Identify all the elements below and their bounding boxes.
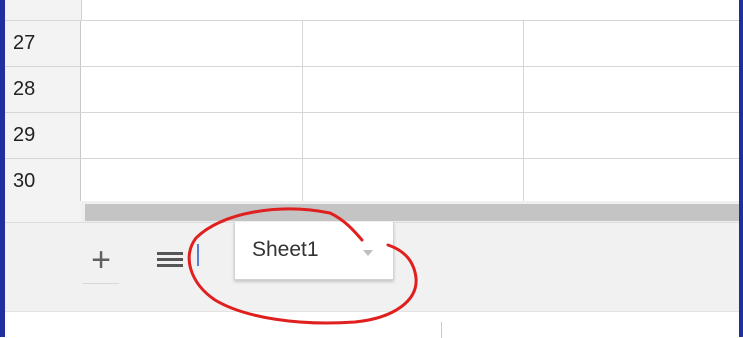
- dropdown-arrow-icon[interactable]: [363, 250, 373, 256]
- cell[interactable]: [81, 113, 303, 158]
- row-header[interactable]: 28: [5, 67, 81, 112]
- list-icon[interactable]: [157, 249, 183, 271]
- cell[interactable]: [303, 113, 524, 158]
- cell[interactable]: [524, 67, 739, 112]
- cell[interactable]: [524, 113, 739, 158]
- row-header-partial: [5, 0, 82, 20]
- sheet-tab[interactable]: Sheet1: [234, 222, 394, 280]
- cell[interactable]: [524, 21, 739, 66]
- list-icon-line: [157, 252, 183, 255]
- cell[interactable]: [303, 67, 524, 112]
- add-sheet-underline: [83, 283, 119, 284]
- row-header[interactable]: 27: [5, 21, 81, 66]
- cell[interactable]: [524, 159, 739, 204]
- list-icon-line: [157, 264, 183, 267]
- horizontal-scrollbar[interactable]: [5, 201, 739, 222]
- spreadsheet-grid: 27 28 29 30: [5, 0, 739, 205]
- sheet-tab-label: Sheet1: [252, 238, 319, 261]
- status-bar: [5, 311, 739, 338]
- status-divider: [441, 322, 442, 338]
- plus-icon[interactable]: +: [85, 237, 117, 283]
- list-icon-line: [157, 258, 183, 261]
- table-row: 29: [5, 113, 739, 159]
- table-row: 27: [5, 21, 739, 67]
- table-row: 28: [5, 67, 739, 113]
- sheet-tabs-bar: + Sheet1: [5, 222, 739, 311]
- table-row: 30: [5, 159, 739, 205]
- scrollbar-corner: [5, 201, 81, 222]
- row-header[interactable]: 29: [5, 113, 81, 158]
- partial-row: [5, 0, 739, 21]
- cell[interactable]: [81, 67, 303, 112]
- text-cursor: [197, 244, 199, 266]
- cell[interactable]: [303, 159, 524, 204]
- window-border-right: [739, 0, 743, 337]
- scrollbar-thumb[interactable]: [85, 204, 739, 221]
- cell[interactable]: [81, 159, 303, 204]
- cell[interactable]: [81, 21, 303, 66]
- cell[interactable]: [303, 21, 524, 66]
- row-header[interactable]: 30: [5, 159, 81, 204]
